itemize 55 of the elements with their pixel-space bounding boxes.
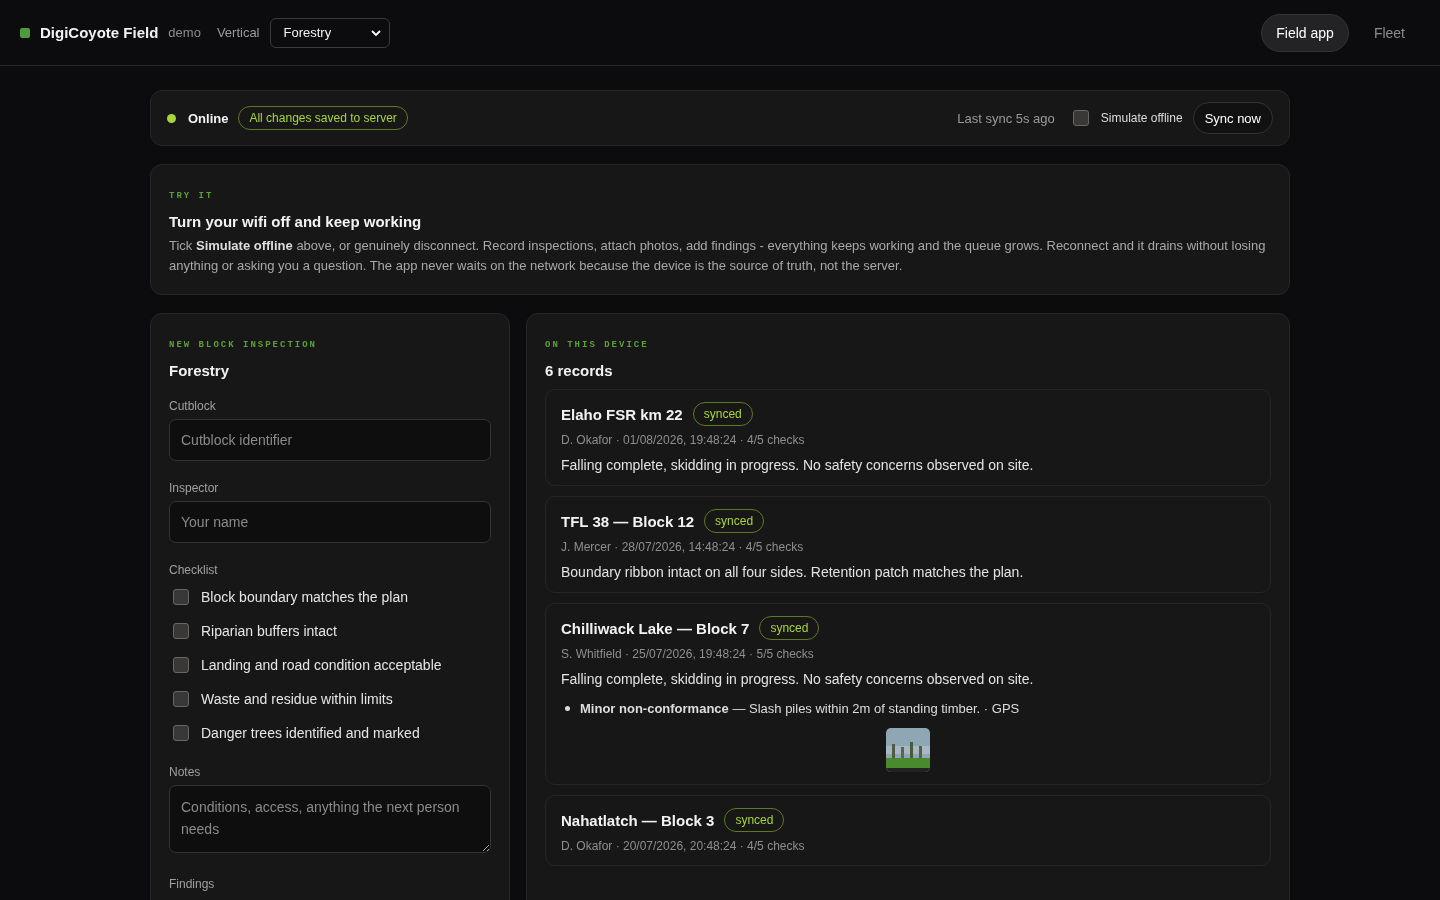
simulate-offline-label: Simulate offline — [1100, 111, 1183, 125]
sync-now-button[interactable]: Sync now — [1192, 102, 1273, 134]
field-label: Notes — [169, 765, 202, 779]
checklist-checkbox[interactable] — [173, 725, 189, 741]
record-meta: D. Okafor · 20/07/2026, 20:48:24 · 4/5 checks — [561, 839, 806, 853]
record-meta: D. Okafor · 01/08/2026, 19:48:24 · 4/5 checks — [561, 433, 806, 447]
record-title: Nahatlatch — Block 3 — [561, 811, 715, 829]
checklist-item-label: Block boundary matches the plan — [201, 589, 408, 605]
last-sync-text: Last sync 5s ago — [957, 110, 1055, 126]
field-label: Inspector — [169, 481, 220, 495]
tip-text: Tick Simulate offline above, or genuinely disconnect. Record inspections, attach photos, add findings - everything keeps working and the queue grows. Reconnect and it drains without losing anything or asking you a question. The app never waits on the network because the device is the source of truth, not the server. — [169, 237, 1267, 275]
record-title: Chilliwack Lake — Block 7 — [561, 619, 750, 637]
checklist-item-label: Danger trees identified and marked — [201, 725, 420, 741]
brand-name: DigiCoyote Field — [40, 24, 159, 41]
record-meta: J. Mercer · 28/07/2026, 14:48:24 · 4/5 checks — [561, 540, 805, 554]
record-card[interactable]: Elaho FSR km 22 synced D. Okafor · 01/08/2026, 19:48:24 · 4/5 checks Falling complete, skidding in progress. No safety concerns observed on site. — [545, 389, 1271, 486]
record-title: TFL 38 — Block 12 — [561, 512, 695, 530]
record-card[interactable] — [545, 603, 1271, 785]
checklist-checkbox[interactable] — [173, 589, 189, 605]
chevron-down-icon — [370, 29, 381, 36]
vertical-select[interactable]: Forestry — [269, 17, 390, 48]
simulate-offline-checkbox[interactable] — [1072, 110, 1089, 126]
section-eyebrow: TRY IT — [169, 191, 215, 201]
record-note: Boundary ribbon intact on all four sides. Retention patch matches the plan. — [561, 564, 1025, 580]
text-field[interactable]: Your name — [169, 501, 491, 543]
record-note: Falling complete, skidding in progress. No safety concerns observed on site. — [561, 457, 1035, 473]
checklist-item-label: Landing and road condition acceptable — [201, 657, 442, 673]
record-card[interactable]: Nahatlatch — Block 3 synced D. Okafor · 20/07/2026, 20:48:24 · 4/5 checks — [545, 795, 1271, 866]
checklist-checkbox[interactable] — [173, 657, 189, 673]
connection-status: Online — [188, 110, 229, 126]
record-meta: S. Whitfield · 25/07/2026, 19:48:24 · 5/5 checks — [561, 647, 815, 661]
record-title: Elaho FSR km 22 — [561, 405, 683, 423]
logo-icon — [20, 27, 30, 38]
bullet-icon — [565, 706, 570, 711]
section-eyebrow: ON THIS DEVICE — [545, 340, 650, 350]
vertical-label: Vertical — [216, 25, 260, 40]
records-count: 6 records — [545, 362, 614, 379]
checklist-item-label: Waste and residue within limits — [201, 691, 393, 707]
record-note: Falling complete, skidding in progress. No safety concerns observed on site. — [561, 671, 1035, 687]
field-label: Cutblock — [169, 399, 217, 413]
nav-tab[interactable]: Field app — [1261, 13, 1349, 52]
form-title: Forestry — [169, 362, 231, 379]
demo-tag: demo — [168, 25, 201, 40]
notes-field[interactable]: Conditions, access, anything the next person needs — [169, 785, 491, 853]
field-label: Findings — [169, 877, 216, 891]
nav-tab[interactable]: Fleet — [1358, 13, 1420, 52]
checklist-checkbox[interactable] — [173, 691, 189, 707]
checklist-checkbox[interactable] — [173, 623, 189, 639]
checklist-label: Checklist — [169, 563, 219, 577]
section-eyebrow: NEW BLOCK INSPECTION — [169, 340, 319, 350]
record-card[interactable]: TFL 38 — Block 12 synced J. Mercer · 28/07/2026, 14:48:24 · 4/5 checks Boundary ribbon intact on all four sides. Retention patch matches the plan. — [545, 496, 1271, 593]
tip-title: Turn your wifi off and keep working — [169, 213, 423, 230]
text-field[interactable]: Cutblock identifier — [169, 419, 491, 461]
finding-text: Minor non-conformance — Slash piles within 2m of standing timber. · GPS — [580, 701, 1020, 716]
checklist-item-label: Riparian buffers intact — [201, 623, 337, 639]
